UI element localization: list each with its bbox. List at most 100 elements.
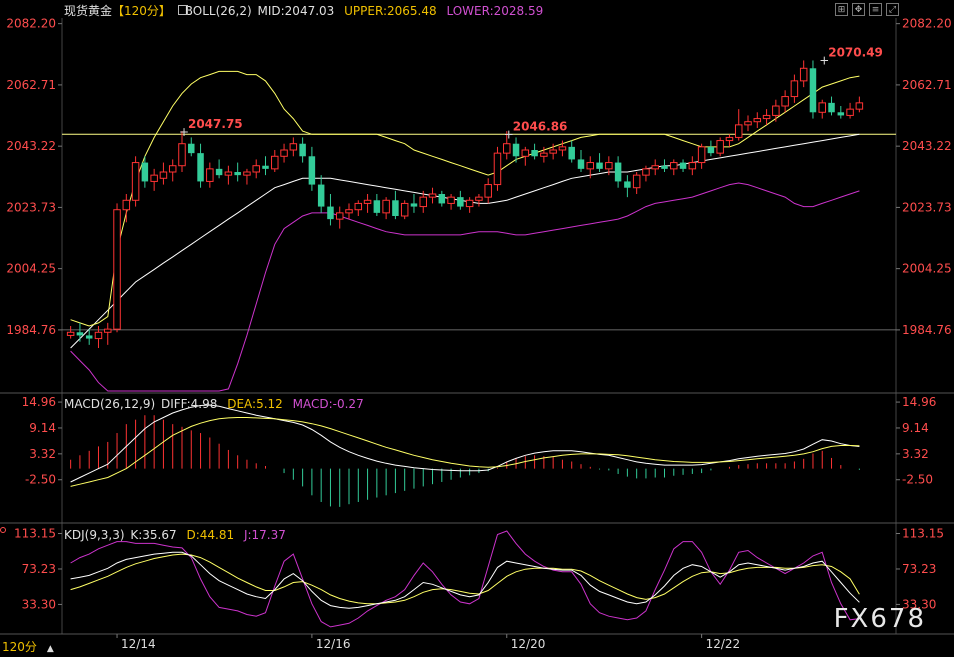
pan-icon[interactable]: ✥ <box>852 3 865 16</box>
kdj-k-line <box>70 551 860 609</box>
candle-body <box>122 199 131 211</box>
price-annotation: 2047.75 <box>188 117 243 131</box>
candle-body <box>289 143 298 151</box>
kdj-k-value: K:35.67 <box>130 528 177 542</box>
candle-body <box>438 194 446 204</box>
kdj-j-value: J:17.37 <box>243 528 286 542</box>
y-tick-label-right: 2082.20 <box>902 17 952 31</box>
candle-body <box>262 165 269 169</box>
y-tick-label-right: 14.96 <box>902 395 936 409</box>
candle-body <box>224 171 233 176</box>
candle-body <box>419 196 427 208</box>
timeframe-selector[interactable]: 120分 ▲ <box>2 638 54 655</box>
candle-body <box>558 146 567 151</box>
boll-indicator-label[interactable]: BOLL(26,2) <box>185 4 252 18</box>
timeframe-up-icon[interactable]: ▲ <box>47 644 54 654</box>
y-tick-label-right: 3.32 <box>902 447 929 461</box>
zoom-icon[interactable]: ⊞ <box>835 3 848 16</box>
y-tick-label-right: 73.23 <box>902 562 936 576</box>
boll-mid-value: MID:2047.03 <box>257 4 335 18</box>
kdj-panel-header: KDJ(9,3,3) K:35.67 D:44.81 J:17.37 <box>64 528 292 542</box>
settings-icon[interactable]: ≡ <box>869 3 882 16</box>
candle-body <box>512 143 520 157</box>
candle-body <box>234 172 241 176</box>
boll-lower-value: LOWER:2028.59 <box>446 4 544 18</box>
y-tick-label-left: 9.14 <box>29 421 56 435</box>
annotation-marker: + <box>504 128 514 142</box>
candle-body <box>670 162 678 170</box>
price-panel-header: 现货黄金【120分】 BOLL(26,2) MID:2047.03 UPPER:… <box>64 4 549 18</box>
candle-body <box>197 153 204 182</box>
x-tick-label: 12/20 <box>511 637 546 651</box>
candle-body <box>484 184 492 198</box>
kdj-j-line <box>70 530 860 628</box>
y-tick-label-left: 14.96 <box>22 395 56 409</box>
kdj-d-line <box>70 553 860 605</box>
candle-body <box>531 150 538 157</box>
candle-body <box>159 171 168 179</box>
x-tick-label: 12/14 <box>121 637 156 651</box>
x-tick-label: 12/16 <box>316 637 351 651</box>
candle-body <box>605 162 613 170</box>
candle-body <box>299 143 306 157</box>
candle-body <box>327 206 334 220</box>
y-tick-label-left: 2004.25 <box>6 262 56 276</box>
panel-marker-icon <box>0 527 6 533</box>
y-tick-label-right: -2.50 <box>902 473 933 487</box>
candle-body <box>697 146 706 164</box>
candle-body <box>734 124 743 138</box>
y-tick-label-left: 1984.76 <box>6 323 56 337</box>
candle-body <box>679 162 687 169</box>
candle-body <box>744 121 752 126</box>
y-tick-label-left: -2.50 <box>25 473 56 487</box>
candle-body <box>243 171 251 176</box>
candle-body <box>799 67 808 82</box>
candle-body <box>661 165 668 169</box>
price-annotation: 2046.86 <box>513 120 568 134</box>
candle-body <box>632 174 641 189</box>
candle-body <box>596 162 603 169</box>
chart-canvas[interactable]: 2082.20 2082.20 2062.71 2062.71 2043.22 2043.… <box>0 0 954 657</box>
candle-body <box>809 68 817 113</box>
indicator-settings-icon[interactable] <box>178 5 188 15</box>
macd-macd-value: MACD:-0.27 <box>292 397 364 411</box>
kdj-indicator-label[interactable]: KDJ(9,3,3) <box>64 528 125 542</box>
expand-icon[interactable]: ⤢ <box>886 3 899 16</box>
boll-mid-line <box>70 133 860 349</box>
candle-body <box>475 196 483 201</box>
candle-body <box>76 332 84 336</box>
y-tick-label-left: 113.15 <box>14 527 56 541</box>
candle-body <box>447 196 455 204</box>
candle-body <box>392 200 399 216</box>
candle-body <box>642 168 650 176</box>
candle-body <box>382 199 390 214</box>
macd-indicator-label[interactable]: MACD(26,12,9) <box>64 397 155 411</box>
boll-upper-value: UPPER:2065.48 <box>344 4 437 18</box>
candle-body <box>651 165 659 170</box>
timeframe-label[interactable]: 120分 <box>2 640 37 654</box>
candle-body <box>308 156 316 185</box>
candle-body <box>781 96 789 107</box>
candle-body <box>94 331 103 340</box>
macd-dea-line <box>70 417 860 487</box>
x-tick-label: 12/22 <box>706 637 741 651</box>
candle-body <box>131 162 140 201</box>
candle-body <box>762 114 771 120</box>
candle-body <box>828 102 835 113</box>
y-tick-label-left: 3.32 <box>29 447 56 461</box>
macd-diff-line <box>70 404 860 483</box>
candle-body <box>725 136 734 142</box>
watermark-logo: FX678 <box>833 604 926 634</box>
candle-body <box>113 209 121 330</box>
candle-body <box>846 108 854 116</box>
macd-diff-value: DIFF:4.98 <box>160 397 218 411</box>
candle-body <box>503 143 511 154</box>
y-tick-label-left: 73.23 <box>22 562 56 576</box>
candle-body <box>215 168 223 176</box>
candle-body <box>188 143 195 154</box>
candle-body <box>85 335 93 339</box>
annotation-marker: + <box>819 53 829 67</box>
candle-body <box>410 203 418 207</box>
macd-dea-value: DEA:5.12 <box>227 397 283 411</box>
candle-body <box>168 165 177 173</box>
